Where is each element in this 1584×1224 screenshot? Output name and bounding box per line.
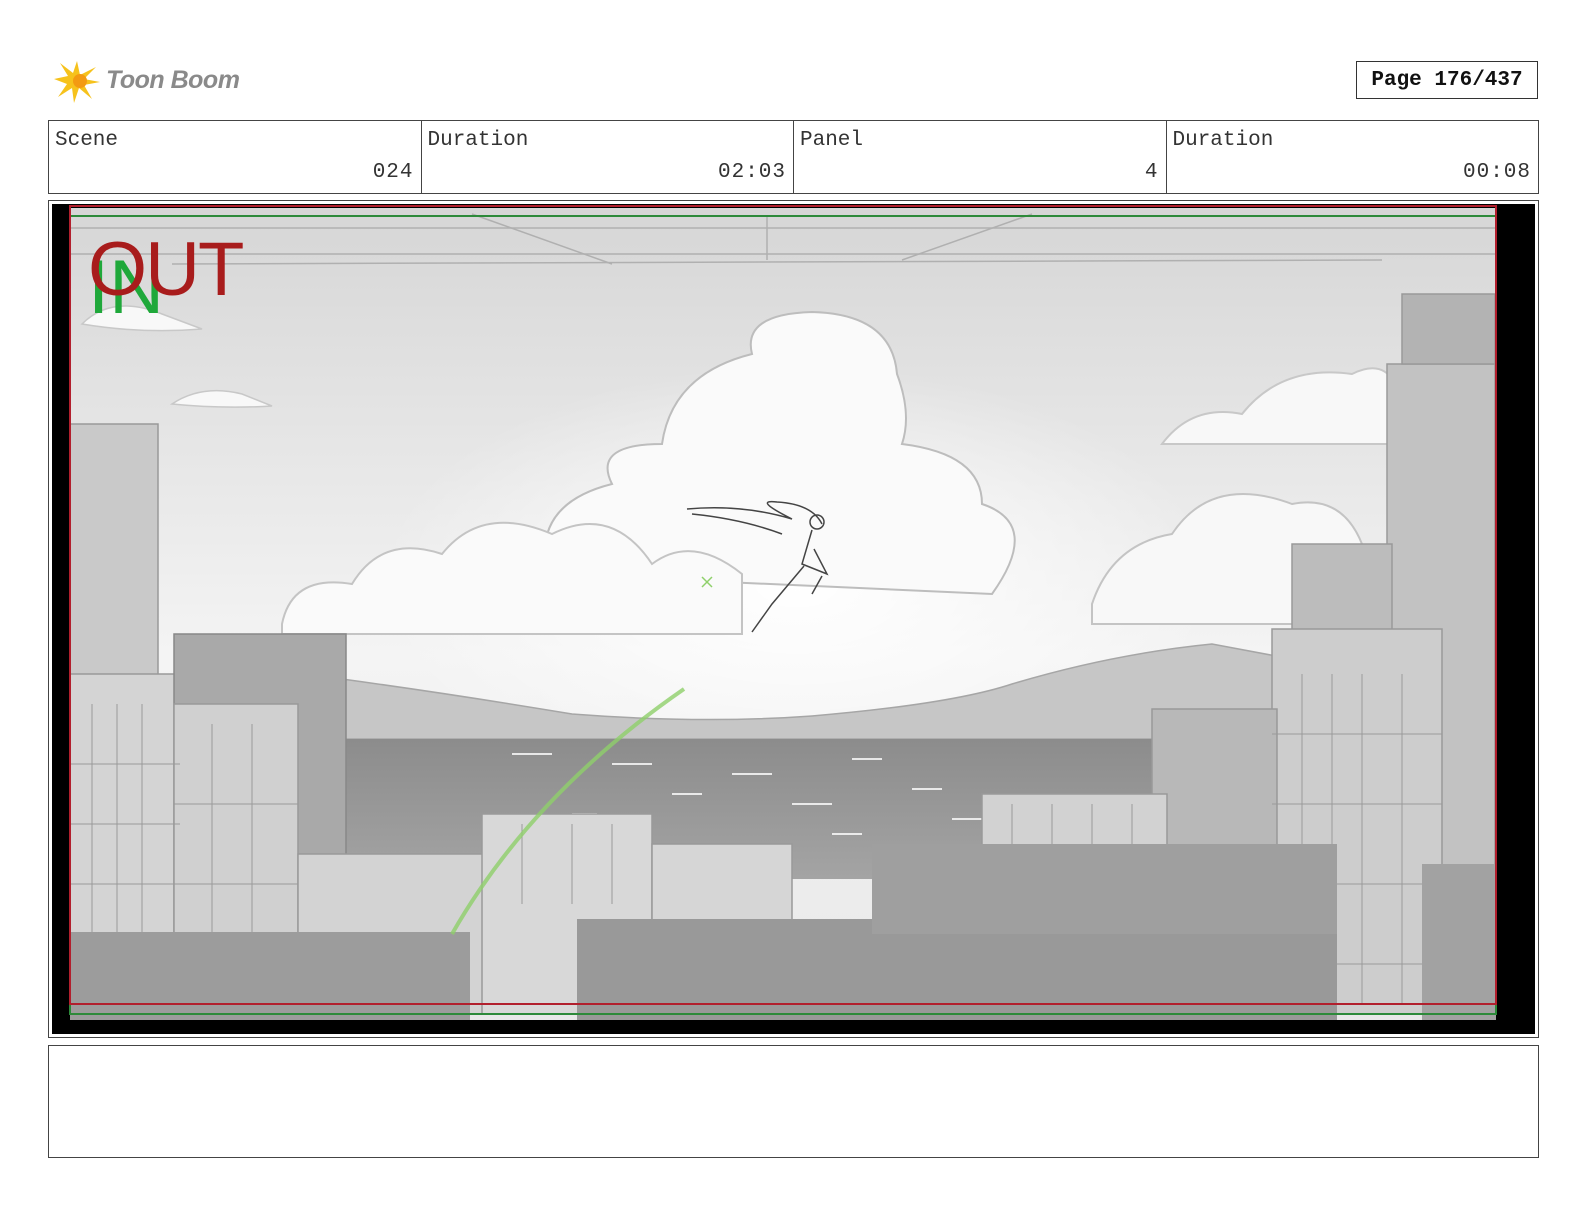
toon-boom-logo: Toon Boom [52, 54, 240, 106]
storyboard-panel-image [52, 204, 1535, 1034]
logo-text: Toon Boom [106, 65, 240, 94]
panel-duration-label: Duration [1172, 129, 1274, 152]
panel-duration-value: 00:08 [1462, 161, 1531, 184]
scene-cell: Scene 024 [49, 121, 422, 193]
scene-label: Scene [55, 129, 119, 152]
scene-duration-value: 02:03 [717, 161, 786, 184]
scene-value: 024 [372, 161, 414, 184]
panel-cell: Panel 4 [794, 121, 1167, 193]
toon-boom-star-icon [54, 61, 100, 103]
city-sky-sketch [69, 205, 1497, 1020]
panel-value: 4 [1144, 161, 1159, 184]
panel-label: Panel [800, 129, 864, 152]
scene-info-table: Scene 024 Duration 02:03 Panel 4 Duratio… [48, 120, 1539, 194]
out-marker: OUT [88, 227, 244, 312]
panel-duration-cell: Duration 00:08 [1167, 121, 1539, 193]
in-out-marker: IN OUT [88, 227, 258, 326]
page-indicator: Page 176/437 [1356, 61, 1538, 99]
scene-duration-cell: Duration 02:03 [422, 121, 794, 193]
panel-notes-box [48, 1045, 1539, 1158]
scene-duration-label: Duration [427, 129, 529, 152]
